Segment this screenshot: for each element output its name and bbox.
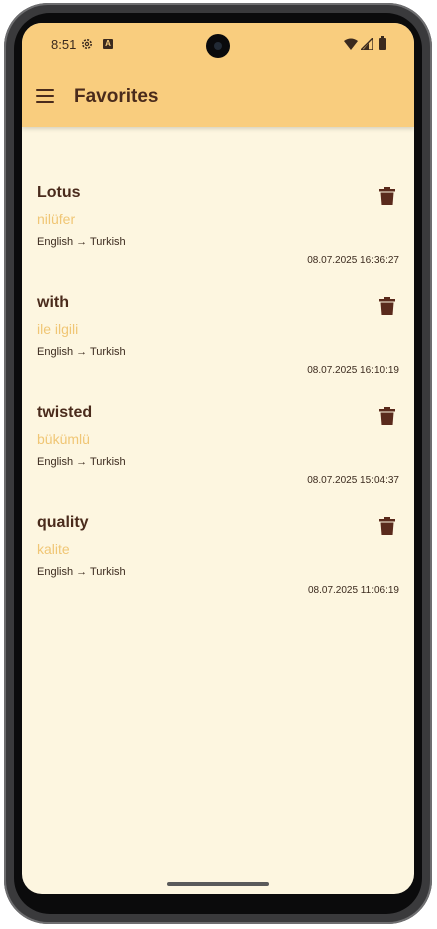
favorite-word: with: [37, 294, 69, 311]
app-bar: 8:51 A Favorites: [22, 23, 414, 127]
favorite-languages: English → Turkish: [37, 236, 126, 248]
hamburger-menu-icon[interactable]: [36, 89, 54, 103]
favorite-date: 08.07.2025 15:04:37: [307, 475, 399, 486]
favorite-translation: bükümlü: [37, 431, 90, 447]
delete-trash-icon[interactable]: [379, 517, 395, 535]
favorite-item[interactable]: twisted bükümlü English → Turkish 08.07.…: [22, 393, 414, 503]
status-time: 8:51: [51, 37, 77, 52]
favorite-word: quality: [37, 514, 89, 531]
favorite-languages: English → Turkish: [37, 456, 126, 468]
favorite-item[interactable]: quality kalite English → Turkish 08.07.2…: [22, 503, 414, 613]
favorite-translation: ile ilgili: [37, 321, 79, 337]
favorite-translation: nilüfer: [37, 211, 76, 227]
favorite-languages: English → Turkish: [37, 566, 126, 578]
battery-icon: [379, 36, 386, 50]
delete-trash-icon[interactable]: [379, 187, 395, 205]
favorite-word: twisted: [37, 404, 93, 421]
gesture-home-bar[interactable]: [167, 882, 269, 886]
front-camera: [206, 34, 230, 58]
favorite-date: 08.07.2025 11:06:19: [307, 585, 399, 596]
wifi-icon: [344, 38, 358, 50]
favorite-word: Lotus: [37, 184, 81, 201]
a-notification-icon: A: [103, 39, 113, 49]
favorites-list: Lotus nilüfer English → Turkish 08.07.20…: [22, 173, 414, 613]
favorite-translation: kalite: [37, 541, 70, 557]
cell-signal-icon: [361, 38, 373, 50]
delete-trash-icon[interactable]: [379, 297, 395, 315]
favorite-item[interactable]: with ile ilgili English → Turkish 08.07.…: [22, 283, 414, 393]
favorite-item[interactable]: Lotus nilüfer English → Turkish 08.07.20…: [22, 173, 414, 283]
status-bar: 8:51 A: [22, 23, 414, 67]
favorite-languages: English → Turkish: [37, 346, 126, 358]
favorite-date: 08.07.2025 16:36:27: [307, 255, 399, 266]
favorite-date: 08.07.2025 16:10:19: [307, 365, 399, 376]
delete-trash-icon[interactable]: [379, 407, 395, 425]
page-title: Favorites: [74, 86, 159, 107]
settings-gear-icon: [82, 39, 92, 49]
screen: 8:51 A Favorites Lotus nilüfer English →…: [22, 23, 414, 894]
